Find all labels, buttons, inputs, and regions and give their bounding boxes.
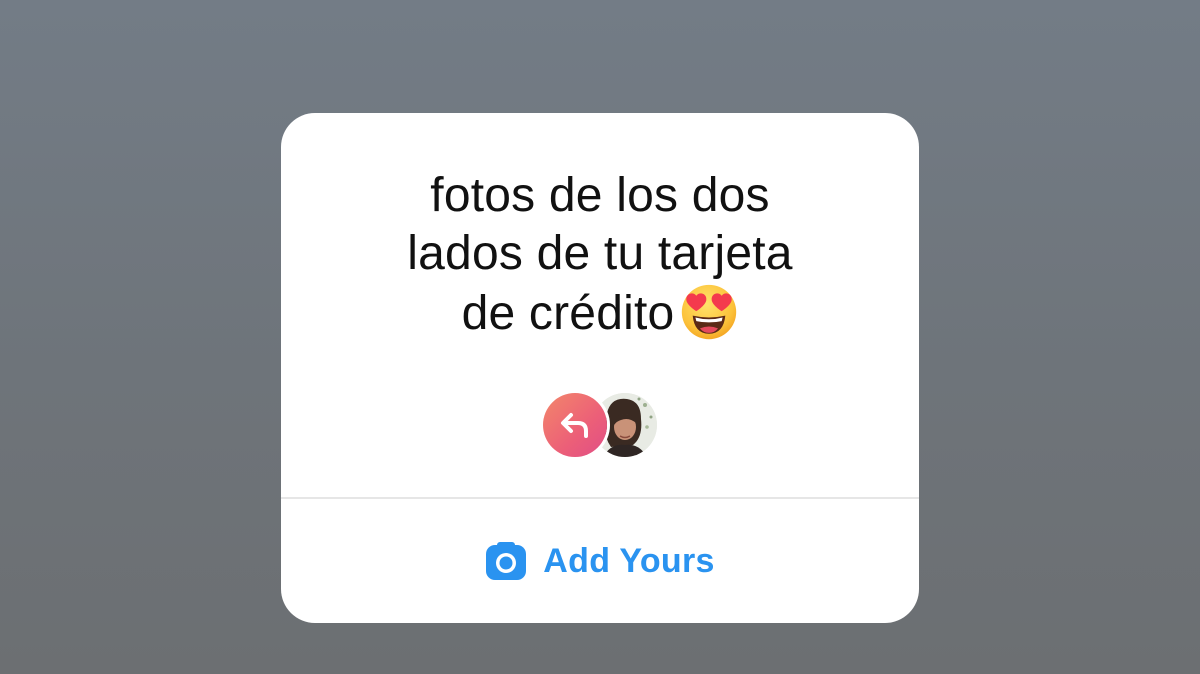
prompt-line-3-wrap: de crédito bbox=[321, 283, 879, 343]
reply-badge[interactable] bbox=[543, 393, 607, 457]
prompt-line-2: lados de tu tarjeta bbox=[407, 227, 793, 280]
camera-icon bbox=[486, 542, 527, 580]
participants-stack[interactable] bbox=[543, 393, 659, 459]
prompt-line-1: fotos de los dos bbox=[430, 169, 770, 222]
add-yours-button[interactable]: Add Yours bbox=[281, 499, 919, 623]
prompt-line-3: de crédito bbox=[461, 287, 675, 340]
sticker-prompt: fotos de los dos lados de tu tarjeta de … bbox=[321, 167, 879, 343]
reply-arrow-icon bbox=[561, 413, 588, 438]
add-yours-sticker-card: fotos de los dos lados de tu tarjeta de … bbox=[281, 113, 919, 623]
add-yours-label: Add Yours bbox=[543, 541, 715, 580]
heart-eyes-emoji-icon bbox=[682, 284, 737, 340]
